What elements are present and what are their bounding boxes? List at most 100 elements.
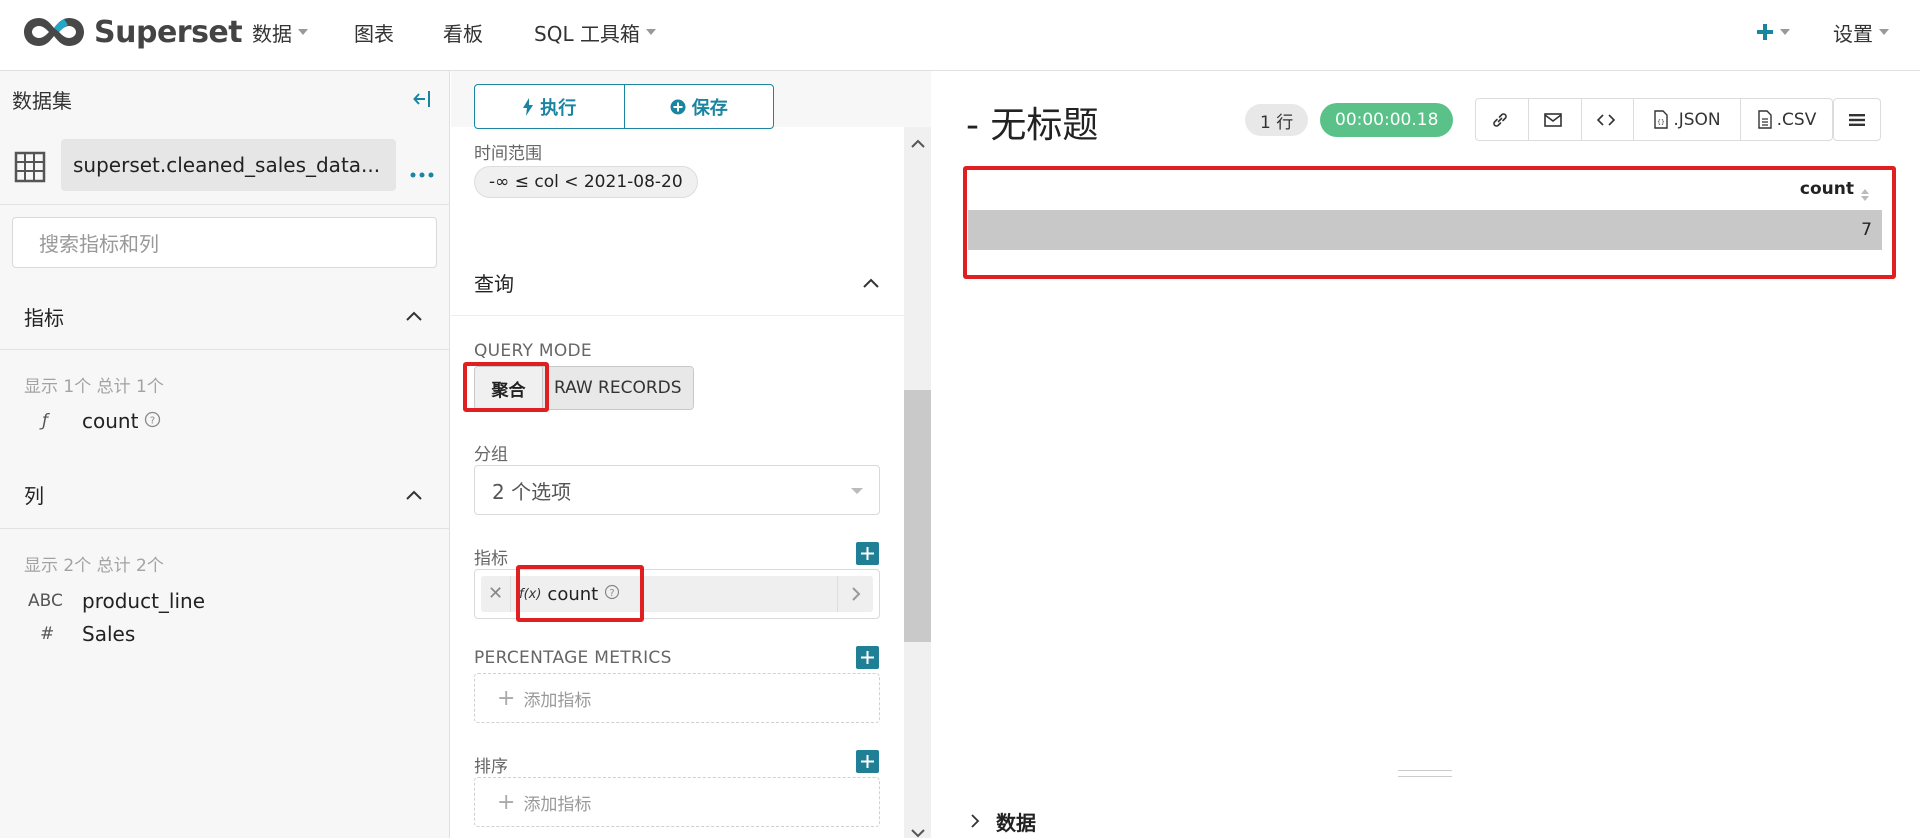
export-json-button[interactable]: {} .JSON [1633,99,1740,140]
link-icon [1493,112,1507,127]
email-share-button[interactable] [1528,99,1581,140]
remove-metric-icon[interactable]: ✕ [481,576,511,612]
scrollbar-thumb[interactable] [904,390,931,642]
add-sort-dropzone[interactable]: + 添加指标 [474,777,880,827]
column-name: Sales [82,622,136,646]
nav-charts[interactable]: 图表 [354,17,394,47]
pane-resize-handle[interactable] [1398,776,1452,777]
add-metric-button[interactable] [856,542,879,565]
dataset-name[interactable]: superset.cleaned_sales_data... [61,139,396,191]
column-item[interactable]: # Sales [28,620,135,648]
add-percentage-metric-dropzone[interactable]: + 添加指标 [474,673,880,723]
run-button[interactable]: 执行 [475,85,624,128]
more-options-icon[interactable] [410,163,434,182]
metric-item[interactable]: ƒ count ? [28,407,161,435]
groupby-label: 分组 [474,445,508,465]
dataset-panel-title: 数据集 [12,89,72,113]
plus-icon: + [497,789,516,815]
plus-icon [1757,24,1773,40]
time-range-label: 时间范围 [474,144,542,164]
metrics-count-hint: 显示 1个 总计 1个 [24,377,164,397]
sort-label: 排序 [474,757,508,777]
chevron-right-icon[interactable] [837,576,873,612]
chart-actions: {} .JSON .CSV [1475,98,1833,141]
percentage-metrics-label: PERCENTAGE METRICS [474,648,672,668]
groupby-select[interactable]: 2 个选项 [474,465,880,515]
chevron-down-icon [298,29,308,35]
run-save-group: 执行 保存 [474,84,774,129]
export-csv-label: .CSV [1776,109,1817,130]
metric-name: count [82,409,139,433]
settings-menu[interactable]: 设置 [1833,17,1889,47]
embed-code-button[interactable] [1581,99,1633,140]
top-navigation: Superset 数据 图表 看板 SQL 工具箱 设置 [0,0,1920,71]
add-sort-placeholder: 添加指标 [523,794,592,815]
table-grid-icon [14,151,46,187]
data-panel-toggle[interactable]: 数据 [970,808,1036,835]
column-name: product_line [82,589,206,613]
nav-data-label: 数据 [252,21,292,46]
function-icon: ƒ [42,411,48,431]
export-csv-button[interactable]: .CSV [1740,99,1832,140]
nav-dashboards[interactable]: 看板 [443,17,483,47]
chart-menu-button[interactable] [1833,98,1881,141]
superset-logo-icon [24,18,84,46]
nav-dashboards-label: 看板 [443,21,483,46]
divider [451,315,904,316]
export-json-label: .JSON [1673,109,1721,130]
highlight-box-table [963,166,1896,279]
csv-file-icon [1757,110,1772,129]
code-icon [1596,113,1615,126]
time-range-value[interactable]: -∞ ≤ col < 2021-08-20 [474,166,698,198]
chevron-up-icon[interactable] [862,274,880,293]
save-label: 保存 [691,97,728,119]
copy-link-button[interactable] [1476,99,1528,140]
divider [0,204,450,205]
bolt-icon [523,97,534,116]
groupby-value: 2 个选项 [492,479,572,504]
string-type-icon: ABC [28,591,63,611]
new-item-button[interactable] [1756,17,1790,47]
raw-records-mode-button[interactable]: RAW RECORDS [543,367,693,409]
highlight-box-query-mode [463,362,549,412]
run-label: 执行 [540,97,577,119]
data-toggle-label: 数据 [996,810,1036,835]
plus-icon [861,755,874,768]
add-sort-button[interactable] [856,750,879,773]
superset-logo[interactable]: Superset [22,12,243,52]
svg-text:?: ? [150,416,155,427]
column-item[interactable]: ABC product_line [28,587,205,615]
save-button[interactable]: 保存 [623,85,774,128]
query-section-title[interactable]: 查询 [474,268,514,297]
divider [0,528,450,529]
brand-name: Superset [94,14,243,50]
scroll-down-icon[interactable] [911,823,925,838]
chevron-up-icon[interactable] [405,486,423,505]
mail-icon [1544,112,1562,127]
search-metrics-columns-input[interactable]: 搜索指标和列 [12,217,437,268]
chart-title[interactable]: - 无标题 [966,96,1098,148]
nav-sql-lab-menu[interactable]: SQL 工具箱 [534,17,656,47]
plus-icon [861,547,874,560]
collapse-panel-icon[interactable] [412,89,432,113]
metrics-section-title[interactable]: 指标 [24,302,64,331]
metrics-label: 指标 [474,549,508,569]
nav-data-menu[interactable]: 数据 [252,17,308,47]
chevron-up-icon[interactable] [405,307,423,326]
add-metric-placeholder: 添加指标 [523,690,592,711]
search-placeholder: 搜索指标和列 [39,232,159,256]
chevron-down-icon [1879,29,1889,35]
columns-section-title[interactable]: 列 [24,480,44,509]
columns-count-hint: 显示 2个 总计 2个 [24,556,164,576]
chevron-down-icon [645,29,656,35]
settings-label: 设置 [1833,21,1873,46]
plus-icon: + [497,685,516,711]
help-icon: ? [144,409,161,433]
scroll-up-icon[interactable] [911,134,925,153]
dataset-panel: 数据集 superset.cleaned_sales_data... 搜索指标和… [0,71,450,838]
chevron-down-icon [851,488,863,494]
pane-resize-handle[interactable] [1398,770,1452,771]
divider [0,349,450,350]
svg-text:{}: {} [1658,119,1666,126]
add-percentage-metric-button[interactable] [856,646,879,669]
